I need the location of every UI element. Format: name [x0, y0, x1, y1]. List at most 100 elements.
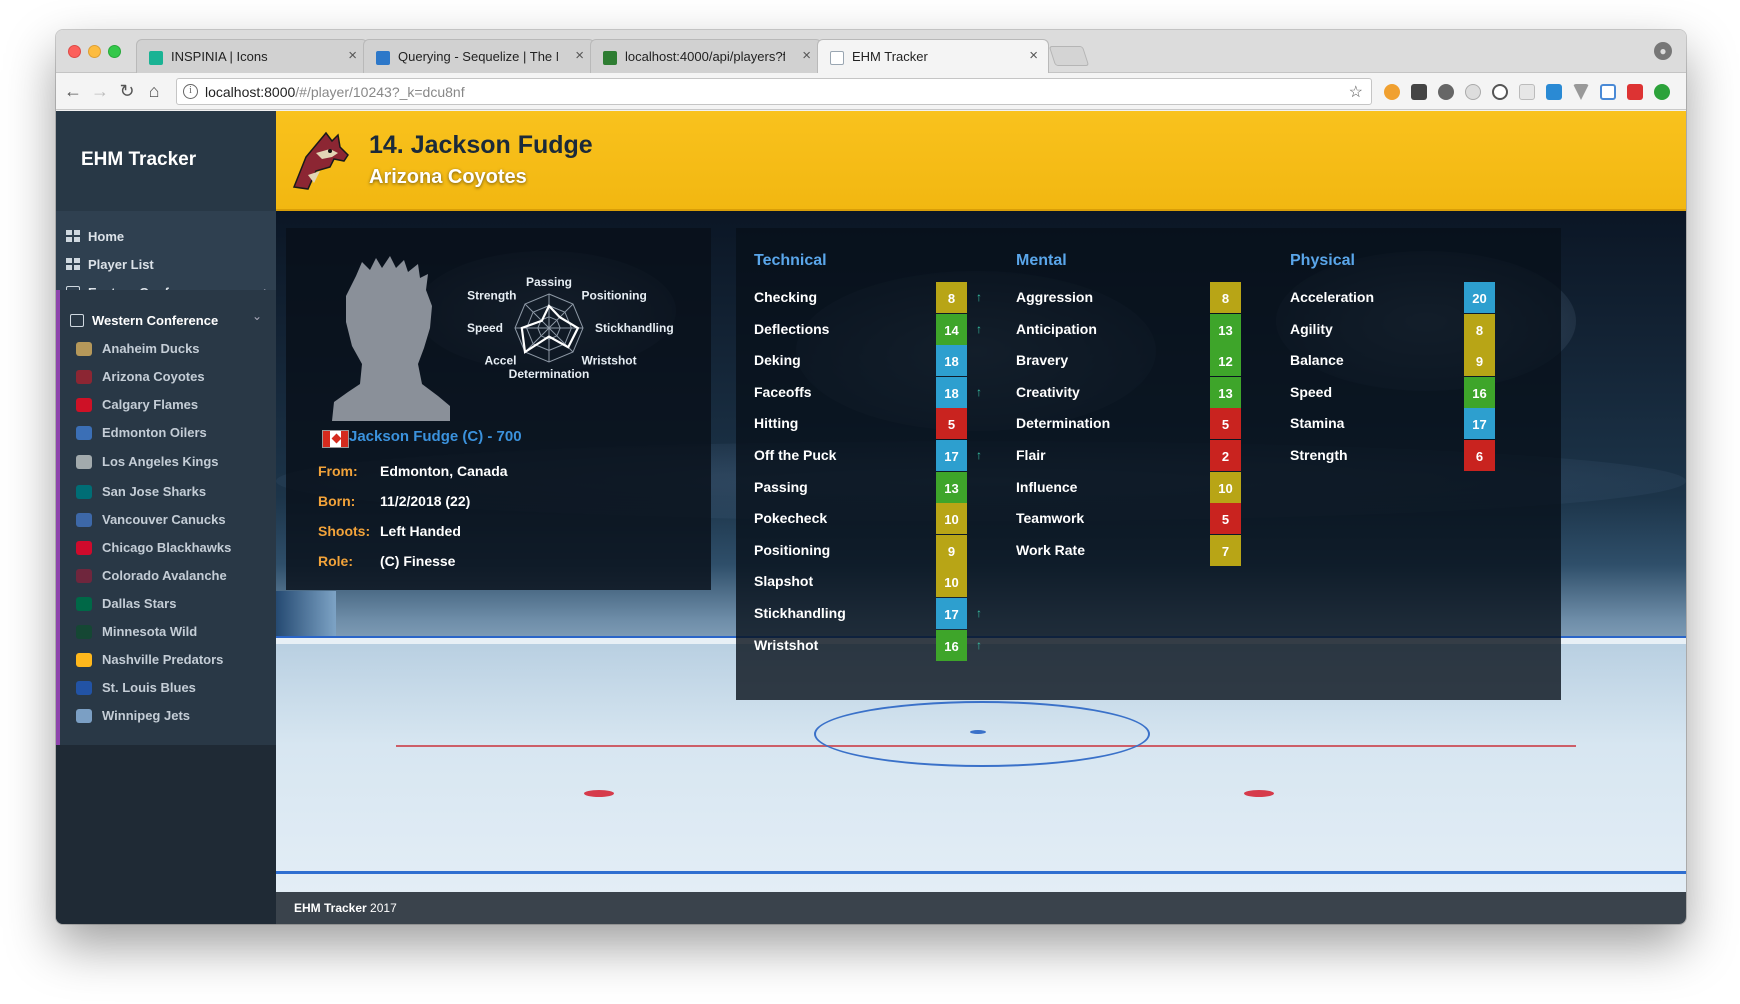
attr-value-hitting: 5 — [936, 408, 967, 440]
info-icon[interactable]: i — [183, 84, 198, 99]
sidebar-item-home[interactable]: Home — [56, 223, 276, 251]
born-value: 11/2/2018 (22) — [380, 493, 471, 509]
dallas-stars-logo-icon — [76, 597, 92, 611]
attr-name-agility: Agility — [1290, 320, 1333, 337]
faceoff-dot — [1244, 790, 1274, 797]
new-tab-button[interactable] — [1048, 46, 1090, 66]
tab-close-icon[interactable]: × — [1029, 47, 1038, 64]
address-bar[interactable]: i localhost:8000/#/player/10243?_k=dcu8n… — [176, 78, 1372, 105]
minnesota-wild-logo-icon — [76, 625, 92, 639]
team-label: Minnesota Wild — [102, 624, 198, 639]
tab-inspinia[interactable]: INSPINIA | Icons × — [136, 39, 368, 73]
sidebar-team-winnipeg-jets[interactable]: Winnipeg Jets — [60, 702, 280, 730]
attr-value-passing: 13 — [936, 471, 967, 503]
extension-doc-icon[interactable] — [1519, 84, 1535, 100]
sidebar-team-arizona-coyotes[interactable]: Arizona Coyotes — [60, 363, 280, 391]
tab-strip: INSPINIA | Icons × Querying - Sequelize … — [56, 30, 1686, 74]
maximize-window-button[interactable] — [108, 45, 121, 58]
extension-screen-icon[interactable] — [1600, 84, 1616, 100]
nashville-predators-logo-icon — [76, 653, 92, 667]
attr-name-pokecheck: Pokecheck — [754, 510, 828, 527]
page-favicon-icon — [830, 51, 844, 65]
tab-ehm-tracker[interactable]: EHM Tracker × — [817, 39, 1049, 74]
forward-arrow-icon[interactable]: → — [89, 80, 111, 102]
attr-value-determination: 5 — [1210, 408, 1241, 440]
attr-value-faceoffs: 18 — [936, 376, 967, 408]
sidebar-team-st-louis-blues[interactable]: St. Louis Blues — [60, 674, 280, 702]
extension-1password-icon[interactable] — [1492, 84, 1508, 100]
sidebar-empty-area — [56, 745, 276, 924]
home-icon[interactable]: ⌂ — [143, 80, 165, 102]
close-window-button[interactable] — [68, 45, 81, 58]
sidebar-team-vancouver-canucks[interactable]: Vancouver Canucks — [60, 506, 280, 534]
extension-green-icon[interactable] — [1654, 84, 1670, 100]
extension-pocket-icon[interactable] — [1411, 84, 1427, 100]
extension-circle-icon[interactable] — [1465, 84, 1481, 100]
center-faceoff-dot — [970, 730, 986, 734]
profile-icon[interactable]: ● — [1654, 42, 1672, 60]
sidebar-team-chicago-blackhawks[interactable]: Chicago Blackhawks — [60, 534, 280, 562]
star-icon[interactable]: ☆ — [1349, 82, 1363, 102]
attr-name-positioning: Positioning — [754, 541, 831, 558]
rink-baseline — [276, 871, 1686, 874]
attr-value-deflections: 14 — [936, 313, 967, 345]
back-arrow-icon[interactable]: ← — [62, 80, 84, 102]
sidebar-team-calgary-flames[interactable]: Calgary Flames — [60, 391, 280, 419]
technical-heading: Technical — [754, 252, 827, 269]
tab-title: EHM Tracker — [852, 49, 928, 64]
tab-close-icon[interactable]: × — [348, 47, 357, 64]
team-label: Calgary Flames — [102, 397, 199, 412]
tab-sequelize[interactable]: Querying - Sequelize | The No × — [363, 39, 595, 73]
team-label: Vancouver Canucks — [102, 512, 226, 527]
attr-name-determination: Determination — [1016, 415, 1111, 432]
improvement-arrow-icon: ↑ — [976, 290, 982, 304]
json-favicon-icon — [603, 51, 617, 65]
attr-name-deking: Deking — [754, 352, 801, 369]
radar-label-speed: Speed — [467, 321, 503, 335]
sidebar-team-dallas-stars[interactable]: Dallas Stars — [60, 590, 280, 618]
attr-name-passing: Passing — [754, 478, 808, 495]
tab-close-icon[interactable]: × — [802, 47, 811, 64]
grid-icon — [66, 230, 80, 243]
from-label: From: — [318, 463, 358, 479]
sidebar-item-player-list[interactable]: Player List — [56, 251, 276, 279]
sidebar-brand[interactable]: EHM Tracker — [56, 111, 276, 211]
maple-leaf-icon — [331, 433, 342, 444]
attr-name-slapshot: Slapshot — [754, 573, 814, 590]
app-content: EHM Tracker Home Player List Eastern Con… — [56, 111, 1686, 924]
player-team-name[interactable]: Arizona Coyotes — [369, 166, 527, 189]
reload-icon[interactable]: ↻ — [116, 80, 138, 102]
attr-value-flair: 2 — [1210, 440, 1241, 471]
extension-vue-icon[interactable] — [1573, 84, 1589, 100]
player-line[interactable]: Jackson Fudge (C) - 700 — [349, 428, 522, 445]
tab-close-icon[interactable]: × — [575, 47, 584, 64]
attr-value-strength: 6 — [1464, 440, 1495, 471]
extension-cookie-icon[interactable] — [1384, 84, 1400, 100]
arizona-coyotes-logo-icon — [292, 131, 349, 190]
team-label: Winnipeg Jets — [102, 708, 191, 723]
footer: EHM Tracker 2017 — [276, 892, 1686, 924]
chicago-blackhawks-logo-icon — [76, 541, 92, 555]
attr-name-stamina: Stamina — [1290, 415, 1345, 432]
sidebar-team-colorado-avalanche[interactable]: Colorado Avalanche — [60, 562, 280, 590]
sidebar-item-label: Western Conference — [92, 313, 219, 328]
sidebar-item-western-conference[interactable]: Western Conference ⌄ — [56, 307, 276, 335]
sidebar-team-san-jose-sharks[interactable]: San Jose Sharks — [60, 478, 280, 506]
sidebar-team-nashville-predators[interactable]: Nashville Predators — [60, 646, 280, 674]
tab-api-players[interactable]: localhost:4000/api/players?fil × — [590, 39, 822, 73]
sidebar-team-minnesota-wild[interactable]: Minnesota Wild — [60, 618, 280, 646]
attr-name-influence: Influence — [1016, 478, 1078, 495]
extension-red-icon[interactable] — [1627, 84, 1643, 100]
shoots-label: Shoots: — [318, 523, 371, 539]
url-text[interactable]: localhost:8000/#/player/10243?_k=dcu8nf — [205, 84, 465, 100]
footer-year: 2017 — [370, 901, 397, 915]
attr-value-deking: 18 — [936, 345, 967, 377]
minimize-window-button[interactable] — [88, 45, 101, 58]
sidebar-team-anaheim-ducks[interactable]: Anaheim Ducks — [60, 335, 280, 363]
extension-window-icon[interactable] — [1546, 84, 1562, 100]
sidebar-team-los-angeles-kings[interactable]: Los Angeles Kings — [60, 448, 280, 476]
extension-clock-icon[interactable] — [1438, 84, 1454, 100]
chevron-down-icon: ⌄ — [251, 309, 262, 323]
sidebar-team-edmonton-oilers[interactable]: Edmonton Oilers — [60, 419, 280, 447]
los-angeles-kings-logo-icon — [76, 455, 92, 469]
